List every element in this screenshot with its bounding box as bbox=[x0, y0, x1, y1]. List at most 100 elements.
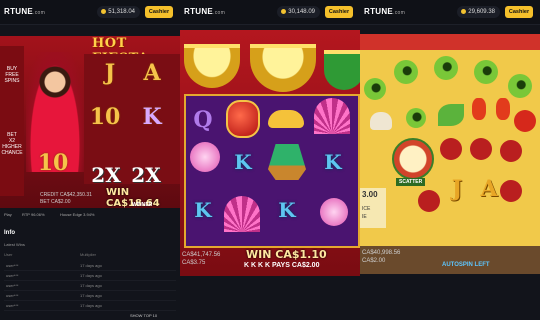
slot-panel-1: RTUNE.com 51,318.04 Cashier HOT FIESTA B… bbox=[0, 0, 180, 320]
col-multiplier: Multiplier bbox=[80, 252, 97, 257]
gold-bowl-graphic bbox=[324, 50, 360, 90]
price-partial: 3.00 bbox=[362, 190, 378, 199]
scatter-badge bbox=[392, 138, 434, 180]
row-time: 17 days ago bbox=[80, 263, 102, 268]
top-bar: RTUNE.com 29,609.38 Cashier bbox=[360, 0, 540, 25]
play-label[interactable]: Play bbox=[4, 212, 12, 217]
multiplier-symbol: 2X bbox=[131, 163, 161, 187]
game-area-pizza[interactable]: SCATTER J A 3.00 ICE IE CA$40,998.56 CA$… bbox=[360, 34, 540, 274]
pepperoni-icon bbox=[440, 138, 462, 160]
gold-bowl-graphic bbox=[250, 44, 316, 92]
gold-ingot-icon bbox=[268, 110, 304, 128]
cashier-button[interactable]: Cashier bbox=[325, 6, 353, 18]
tomato-icon bbox=[514, 110, 536, 132]
cashier-button[interactable]: Cashier bbox=[505, 6, 533, 18]
section-subtitle: Latest Wins bbox=[4, 242, 25, 247]
row-user: user*** bbox=[6, 263, 19, 268]
site-logo[interactable]: RTUNE.com bbox=[4, 7, 45, 16]
row-user: user*** bbox=[6, 303, 19, 308]
reel-symbol: K bbox=[142, 104, 162, 130]
basil-leaf-icon bbox=[438, 104, 464, 126]
pepperoni-icon bbox=[418, 190, 440, 212]
bet-label: BET CA$2.00 bbox=[40, 199, 71, 205]
game-area-hot-fiesta[interactable]: HOT FIESTA BUY FREE SPINS BET X2 HIGHER … bbox=[0, 36, 180, 208]
rtp-label: RTP 96.06% bbox=[22, 212, 45, 217]
balance-line: CA$40,998.56 bbox=[362, 250, 401, 256]
pepper-icon bbox=[472, 98, 486, 120]
reel-symbol: J bbox=[104, 60, 116, 86]
row-user: user*** bbox=[6, 283, 19, 288]
row-time: 17 days ago bbox=[80, 283, 102, 288]
reel-symbol: 10 bbox=[89, 104, 121, 130]
autospin-footer[interactable]: AUTOSPIN LEFT bbox=[442, 262, 490, 268]
col-user: User bbox=[4, 252, 13, 257]
top-bar: RTUNE.com 51,318.04 Cashier bbox=[0, 0, 180, 25]
site-logo[interactable]: RTUNE.com bbox=[184, 7, 225, 16]
section-title: Info bbox=[4, 230, 15, 236]
coin-icon bbox=[461, 8, 467, 14]
game-area-fortune-bowls[interactable]: Q K K K K CA$41,747.56 CA$3.75 WIN CA$1.… bbox=[180, 30, 360, 276]
reel-symbol: K bbox=[234, 150, 252, 174]
winner-label: WINNER bbox=[132, 202, 153, 208]
side-text-chance: CHANCE bbox=[1, 150, 23, 156]
bet-line: CA$2.00 bbox=[362, 258, 386, 264]
row-user: user*** bbox=[6, 273, 19, 278]
row-time: 17 days ago bbox=[80, 303, 102, 308]
dark-footer bbox=[360, 274, 540, 320]
left-text-1: ICE bbox=[362, 206, 371, 212]
fan-icon bbox=[224, 196, 260, 232]
reel-symbol: J bbox=[451, 176, 463, 202]
reel-symbol: A bbox=[480, 176, 498, 202]
slot-panel-2: RTUNE.com 30,148.09 Cashier Q K K K K CA… bbox=[180, 0, 360, 320]
site-logo[interactable]: RTUNE.com bbox=[364, 7, 405, 16]
game-info-bar: Play RTP 96.06% House Edge 3.94% bbox=[0, 210, 180, 220]
balance-display[interactable]: 51,318.04 bbox=[97, 6, 140, 18]
side-text-spins: SPINS bbox=[4, 78, 20, 84]
row-time: 17 days ago bbox=[80, 293, 102, 298]
slot-panel-3: RTUNE.com 29,609.38 Cashier SCATTER J A … bbox=[360, 0, 540, 320]
reel-symbol: K bbox=[194, 198, 212, 222]
pays-row: K K K K PAYS CA$2.00 bbox=[244, 262, 320, 269]
lantern-icon bbox=[226, 100, 260, 138]
dark-footer bbox=[180, 276, 360, 320]
double-chance-toggle[interactable]: BET X2 HIGHER CHANCE bbox=[1, 132, 23, 156]
olive-icon bbox=[508, 74, 532, 98]
table-row[interactable]: user*** 17 days ago bbox=[4, 300, 176, 311]
olive-icon bbox=[474, 60, 498, 84]
top-bar: RTUNE.com 30,148.09 Cashier bbox=[180, 0, 360, 25]
balance-line: CA$41,747.56 bbox=[182, 252, 221, 258]
cashier-button[interactable]: Cashier bbox=[145, 6, 173, 18]
balance-display[interactable]: 29,609.38 bbox=[457, 6, 500, 18]
balance-display[interactable]: 30,148.09 bbox=[277, 6, 320, 18]
olive-icon bbox=[394, 60, 418, 84]
gold-bowl-graphic bbox=[184, 44, 240, 88]
row-user: user*** bbox=[6, 293, 19, 298]
pepperoni-icon bbox=[500, 140, 522, 162]
show-top-button[interactable]: SHOW TOP 10 bbox=[130, 313, 157, 318]
pepperoni-icon bbox=[500, 180, 522, 202]
scatter-label: SCATTER bbox=[396, 178, 426, 186]
buy-free-spins-button[interactable]: BUY FREE SPINS bbox=[1, 66, 23, 84]
pepperoni-icon bbox=[470, 138, 492, 160]
left-text-2: IE bbox=[362, 214, 367, 220]
reel-symbol: Q bbox=[193, 107, 213, 133]
reel-symbol: K bbox=[278, 198, 296, 222]
pepper-icon bbox=[496, 98, 510, 120]
mushroom-icon bbox=[370, 112, 392, 130]
olive-icon bbox=[434, 56, 458, 80]
coin-icon bbox=[101, 8, 107, 14]
lotus-icon bbox=[320, 198, 348, 226]
coin-icon bbox=[281, 8, 287, 14]
row-time: 17 days ago bbox=[80, 273, 102, 278]
table-header: User Multiplier bbox=[4, 252, 176, 260]
reel-symbol: A bbox=[143, 60, 161, 86]
win-amount: WIN CA$1.10 bbox=[246, 248, 327, 261]
credit-label: CREDIT CA$42,350.31 bbox=[40, 192, 92, 198]
reel-symbol: K bbox=[324, 150, 342, 174]
bet-line: CA$3.75 bbox=[182, 260, 206, 266]
fan-icon bbox=[314, 98, 350, 134]
reel-symbol: 10 bbox=[37, 150, 69, 176]
olive-icon bbox=[406, 108, 426, 128]
olive-icon bbox=[364, 78, 386, 100]
lotus-icon bbox=[190, 142, 220, 172]
